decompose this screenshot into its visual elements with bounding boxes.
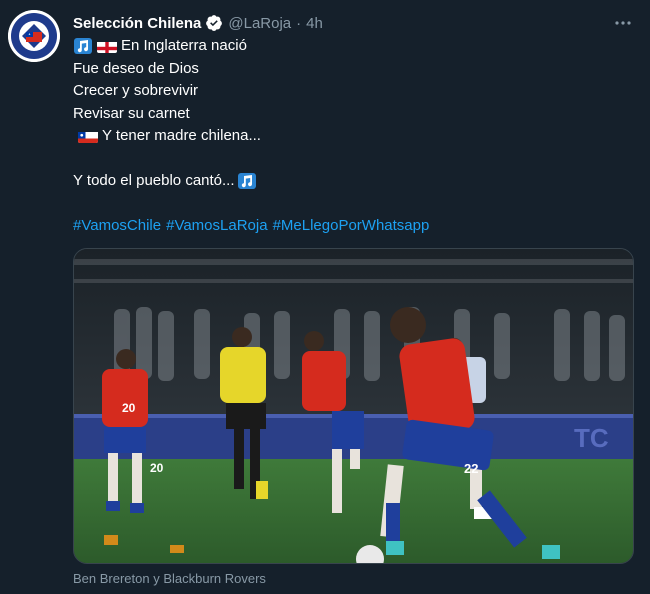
ellipsis-icon	[615, 21, 631, 25]
tweet-line-text: Fue deseo de Dios	[73, 59, 199, 77]
more-options-button[interactable]	[612, 12, 634, 34]
federation-crest-icon	[8, 10, 60, 62]
music-note-emoji-icon	[237, 173, 256, 190]
hashtag-link[interactable]: #VamosChile	[73, 215, 161, 238]
football-match-photo: TC 20 20 22	[74, 249, 633, 563]
tweet-line-text: Revisar su carnet	[73, 104, 190, 122]
tweet-line: Y tener madre chilena...	[73, 125, 633, 148]
tweet-line-text: Y tener madre chilena...	[102, 127, 261, 144]
svg-text:20: 20	[150, 461, 164, 475]
tweet-line-text: Crecer y sobrevivir	[73, 82, 199, 99]
verified-badge-icon	[206, 15, 223, 31]
tweet-line: En Inglaterra nació	[73, 35, 633, 58]
tweet-line-text: En Inglaterra nació	[121, 37, 247, 54]
avatar[interactable]	[8, 10, 60, 62]
svg-text:22: 22	[464, 461, 478, 476]
music-note-emoji-icon	[74, 38, 92, 55]
tweet-text: En Inglaterra nació Fue deseo de Dios Cr…	[73, 35, 633, 238]
svg-text:TC: TC	[574, 423, 609, 453]
svg-text:20: 20	[122, 401, 136, 415]
tweet-line: Fue deseo de Dios	[73, 58, 633, 81]
tweet-line-text: Y todo el pueblo cantó...	[73, 172, 235, 189]
tweet-header: Selección Chilena @LaRoja · 4h	[73, 12, 640, 34]
england-flag-icon	[97, 40, 117, 53]
hashtag-list: #VamosChile #VamosLaRoja #MeLlegoPorWhat…	[73, 215, 633, 238]
hashtag-link[interactable]: #VamosLaRoja	[166, 215, 267, 238]
tweet-photo[interactable]: TC 20 20 22	[73, 248, 634, 564]
timestamp[interactable]: 4h	[306, 15, 323, 32]
tweet-line: Crecer y sobrevivir	[73, 80, 633, 103]
tweet-line: Y todo el pueblo cantó...	[73, 170, 633, 193]
tweet-line: Revisar su carnet	[73, 103, 633, 126]
separator-dot: ·	[296, 14, 302, 32]
display-name[interactable]: Selección Chilena	[73, 15, 201, 32]
media-caption: Ben Brereton y Blackburn Rovers	[73, 571, 266, 586]
hashtag-link[interactable]: #MeLlegoPorWhatsapp	[273, 215, 430, 238]
user-handle[interactable]: @LaRoja	[228, 15, 291, 32]
chile-flag-icon	[78, 130, 98, 143]
